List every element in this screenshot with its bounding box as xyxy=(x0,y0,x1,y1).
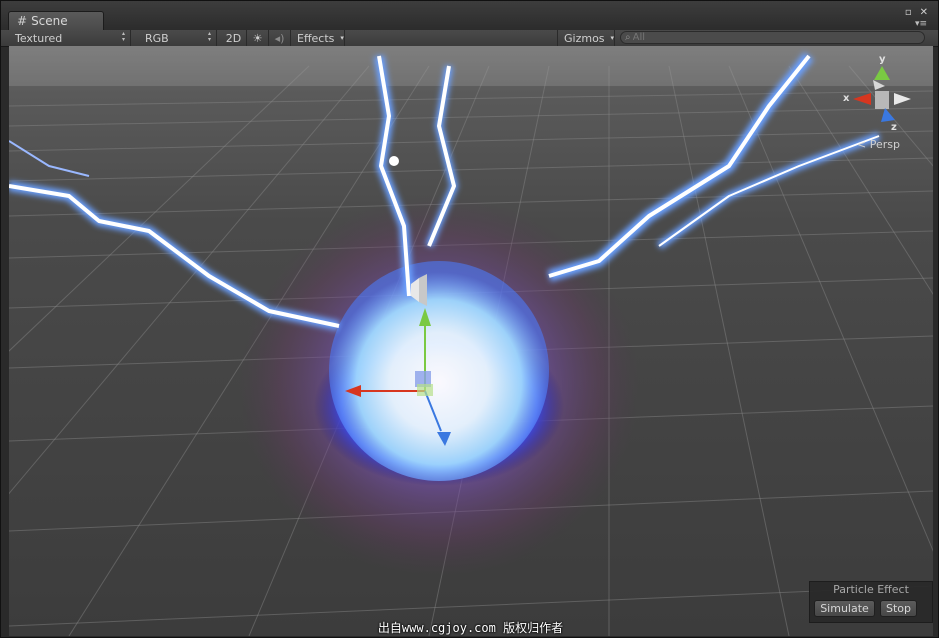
scene-search-field[interactable]: ⌕ xyxy=(620,31,925,44)
window-menu-icon[interactable]: ▾≡ xyxy=(915,19,927,29)
2d-toggle-button[interactable]: 2D xyxy=(221,30,247,46)
chevron-down-icon: ▾ xyxy=(340,34,344,42)
scene-window: # Scene ▫ ✕ ▾≡ Textured RGB 2D ☀ ◂) Effe… xyxy=(0,0,939,638)
tab-bar: # Scene ▫ ✕ ▾≡ xyxy=(1,1,938,31)
2d-label: 2D xyxy=(225,31,242,45)
particle-effect-panel: Particle Effect Simulate Stop xyxy=(809,581,933,623)
color-mode-dropdown[interactable]: RGB xyxy=(139,30,217,46)
color-mode-label: RGB xyxy=(145,31,169,45)
window-buttons: ▫ ✕ xyxy=(905,7,928,18)
simulate-button[interactable]: Simulate xyxy=(814,600,875,617)
sun-icon: ☀ xyxy=(252,31,263,45)
scene-viewport[interactable]: y x z < Persp xyxy=(9,46,933,636)
scene-render xyxy=(9,46,933,636)
search-icon: ⌕ xyxy=(625,32,631,43)
search-input[interactable] xyxy=(632,32,893,43)
projection-toggle[interactable]: < Persp xyxy=(857,138,900,151)
projection-label: Persp xyxy=(869,138,900,151)
watermark-text: 出自www.cgjoy.com 版权归作者 xyxy=(377,621,564,635)
effects-dropdown[interactable]: Effects ▾ xyxy=(291,30,345,46)
grid-icon: # xyxy=(17,14,28,28)
render-mode-dropdown[interactable]: Textured xyxy=(9,30,131,46)
stop-button[interactable]: Stop xyxy=(880,600,917,617)
tab-scene-label: Scene xyxy=(31,14,68,28)
chevron-down-icon: ▾ xyxy=(610,34,615,42)
chevron-left-icon: < xyxy=(857,138,867,151)
maximize-icon[interactable]: ▫ xyxy=(905,7,912,18)
scene-toolbar: Textured RGB 2D ☀ ◂) Effects ▾ Gizmos ▾ … xyxy=(1,30,938,47)
speaker-icon: ◂) xyxy=(274,31,285,45)
close-icon[interactable]: ✕ xyxy=(920,7,928,18)
audio-toggle-button[interactable]: ◂) xyxy=(269,30,291,46)
energy-sphere xyxy=(329,261,549,481)
gizmo-z-label: z xyxy=(891,122,897,133)
tab-scene[interactable]: # Scene xyxy=(8,11,104,30)
gizmos-label: Gizmos xyxy=(564,31,605,45)
particle-effect-title: Particle Effect xyxy=(833,583,909,596)
gizmos-dropdown[interactable]: Gizmos ▾ xyxy=(557,30,615,46)
gizmo-x-label: x xyxy=(843,93,850,104)
render-mode-label: Textured xyxy=(15,31,63,45)
lighting-toggle-button[interactable]: ☀ xyxy=(247,30,269,46)
gizmo-y-label: y xyxy=(879,54,886,65)
effects-label: Effects xyxy=(297,31,335,45)
